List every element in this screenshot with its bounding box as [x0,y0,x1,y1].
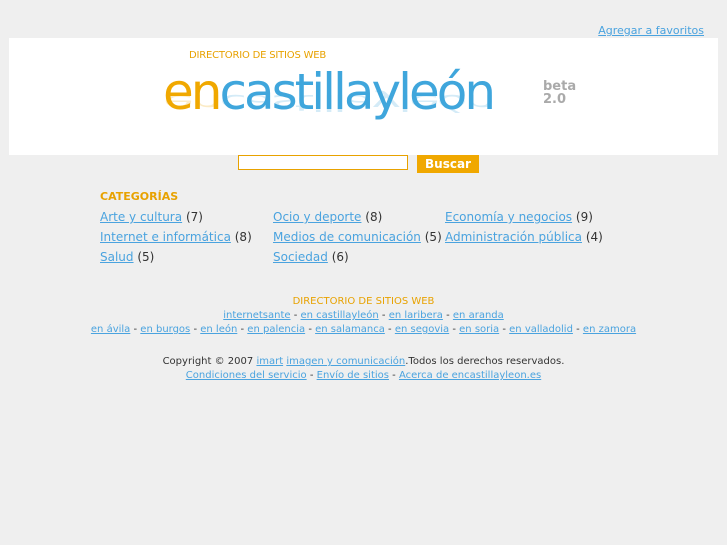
category-link[interactable]: Administración pública [445,230,582,244]
category-sociedad: Sociedad (6) [273,250,349,264]
copyright-prefix: Copyright © 2007 [162,356,257,367]
separator: - [452,324,456,335]
separator: - [308,324,312,335]
copyright-suffix: .Todos los derechos reservados. [405,356,565,367]
category-link[interactable]: Medios de comunicación [273,230,421,244]
search-button[interactable]: Buscar [417,155,479,173]
terms-of-service-link[interactable]: Condiciones del servicio [186,370,307,381]
separator: - [446,310,450,321]
city-link[interactable]: en ávila [91,324,130,335]
separator: - [388,324,392,335]
category-count: (5) [137,250,155,264]
network-link[interactable]: en laribera [389,310,443,321]
logo-reflection-en: en [163,89,220,116]
search-input[interactable] [238,155,408,170]
separator: - [381,310,386,321]
category-medios-comunicacion: Medios de comunicación (5) [273,230,442,244]
separator: - [576,324,580,335]
city-link[interactable]: en palencia [247,324,305,335]
city-link[interactable]: en burgos [140,324,190,335]
separator: - [502,324,506,335]
category-link[interactable]: Arte y cultura [100,210,182,224]
category-link[interactable]: Salud [100,250,134,264]
category-count: (9) [575,210,593,224]
footer-city-links: en ávila - en burgos - en león - en pale… [0,324,727,335]
separator: - [309,370,314,381]
city-link[interactable]: en zamora [583,324,636,335]
category-count: (6) [331,250,349,264]
category-economia-negocios: Economía y negocios (9) [445,210,593,224]
add-to-favorites-link[interactable]: Agregar a favoritos [598,24,704,37]
separator: - [193,324,198,335]
footer-directory-label: DIRECTORIO DE SITIOS WEB [292,296,435,307]
network-link[interactable]: internetsante [223,310,290,321]
city-link[interactable]: en segovia [395,324,449,335]
category-link[interactable]: Ocio y deporte [273,210,361,224]
network-link[interactable]: en castillayleón [301,310,379,321]
separator: - [240,324,245,335]
logo-beta-badge: beta 2.0 [543,80,576,106]
category-count: (5) [424,230,442,244]
category-link[interactable]: Sociedad [273,250,328,264]
separator: - [133,324,138,335]
categories-title: CATEGORÍAS [100,190,179,203]
imart-description-link[interactable]: imagen y comunicación [286,356,405,367]
category-count: (8) [365,210,383,224]
separator: - [392,370,396,381]
header-banner: DIRECTORIO DE SITIOS WEB encastillayleón… [9,38,718,155]
site-logo[interactable]: DIRECTORIO DE SITIOS WEB encastillayleón… [163,50,583,150]
category-salud: Salud (5) [100,250,154,264]
submit-site-link[interactable]: Envío de sitios [317,370,389,381]
city-link[interactable]: en salamanca [315,324,385,335]
imart-link[interactable]: imart [256,356,283,367]
logo-version-text: 2.0 [543,92,567,107]
city-link[interactable]: en soria [459,324,499,335]
about-link[interactable]: Acerca de encastillayleon.es [399,370,541,381]
logo-reflection: encastillayleón [163,89,493,116]
city-link[interactable]: en valladolid [509,324,573,335]
logo-reflection-rest: castillayleón [219,89,494,116]
category-link[interactable]: Economía y negocios [445,210,572,224]
category-count: (8) [234,230,252,244]
category-count: (7) [185,210,203,224]
copyright-line: Copyright © 2007 imart imagen y comunica… [0,356,727,367]
logo-subtitle: DIRECTORIO DE SITIOS WEB [189,50,327,61]
category-administracion-publica: Administración pública (4) [445,230,603,244]
city-link[interactable]: en león [200,324,237,335]
category-arte-cultura: Arte y cultura (7) [100,210,203,224]
category-ocio-deporte: Ocio y deporte (8) [273,210,382,224]
category-link[interactable]: Internet e informática [100,230,231,244]
separator: - [293,310,298,321]
footer-network-links: internetsante - en castillayleón - en la… [0,310,727,321]
network-link[interactable]: en aranda [453,310,504,321]
category-internet-informatica: Internet e informática (8) [100,230,252,244]
category-count: (4) [585,230,603,244]
footer-terms-links: Condiciones del servicio - Envío de siti… [0,370,727,381]
search-form: Buscar [238,155,479,174]
